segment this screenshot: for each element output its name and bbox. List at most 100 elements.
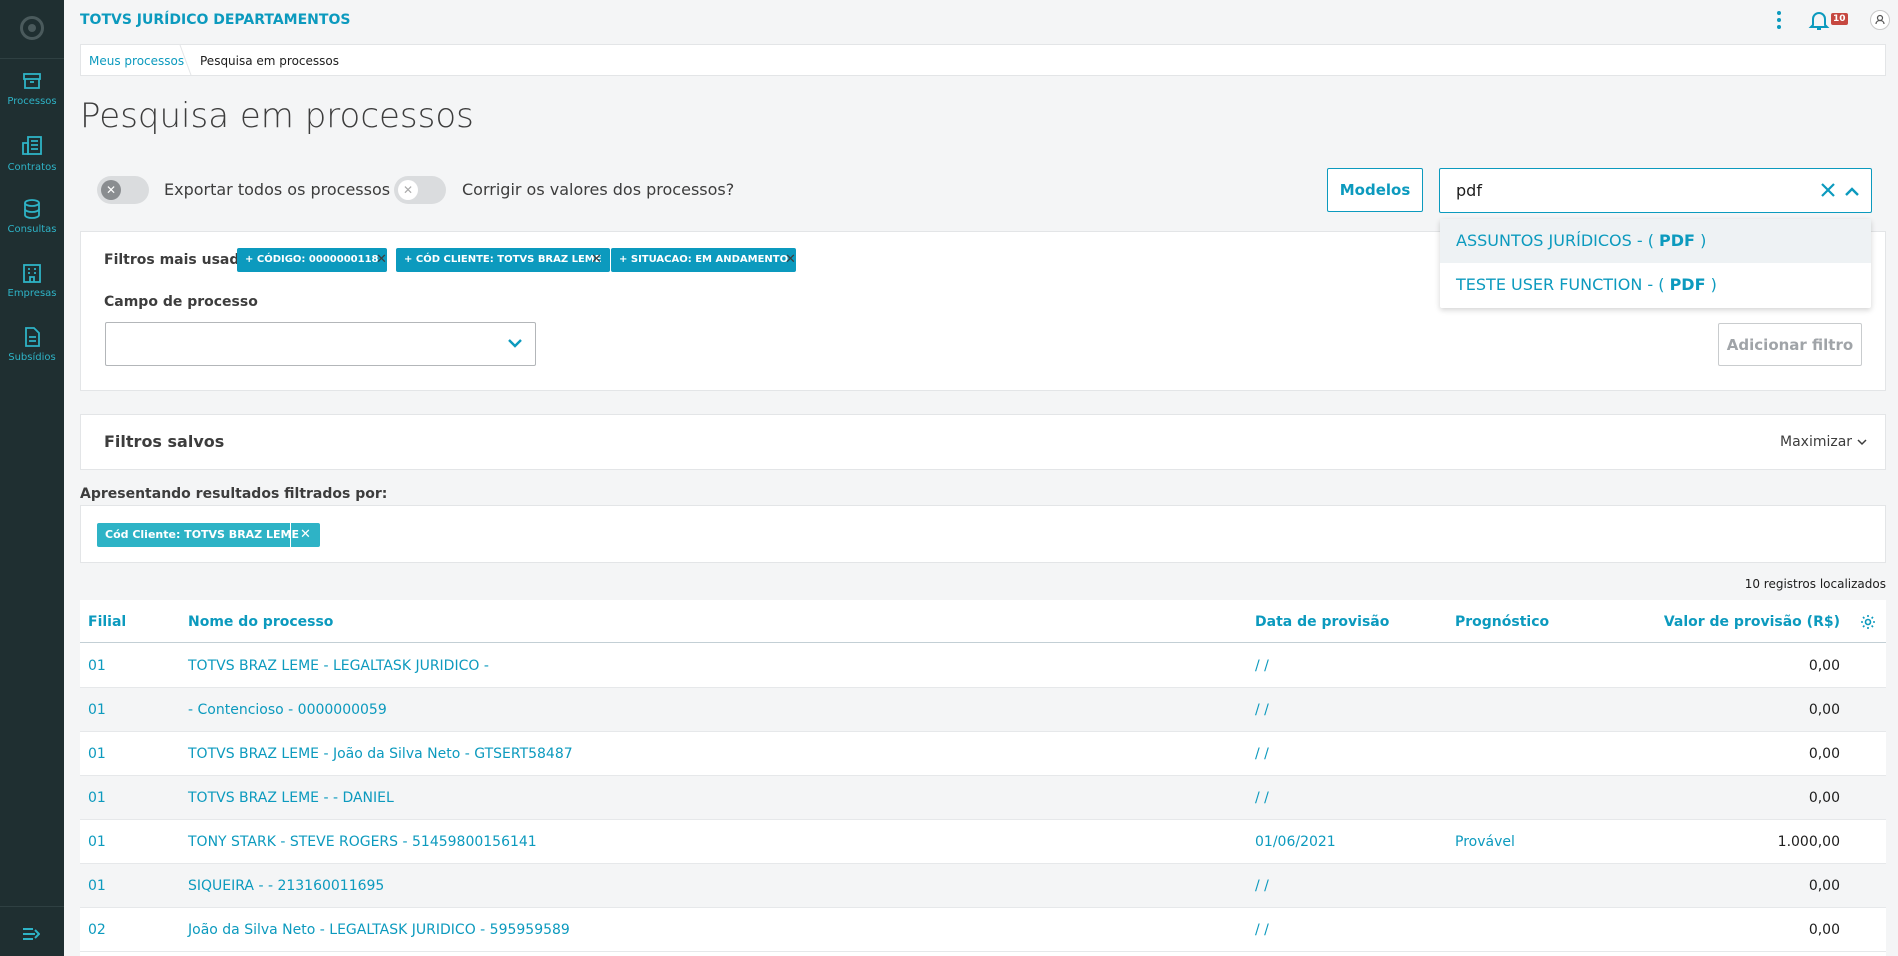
filtered-by-label: Apresentando resultados filtrados por: <box>80 486 388 502</box>
header: TOTVS JURÍDICO DEPARTAMENTOS 10 <box>64 0 1898 41</box>
cell-nome[interactable]: - Contencioso - 0000000059 <box>188 702 387 718</box>
cell-valor: 1.000,00 <box>1777 834 1840 850</box>
option-match: PDF <box>1669 275 1706 294</box>
cell-valor: 0,00 <box>1808 922 1840 938</box>
cell-filial: 02 <box>88 922 106 938</box>
sidebar-item-consultas[interactable]: Consultas <box>0 198 64 256</box>
dropdown-option[interactable]: TESTE USER FUNCTION - ( PDF ) <box>1440 263 1871 307</box>
correct-values-switch[interactable]: ✕ <box>394 176 446 204</box>
cell-valor: 0,00 <box>1808 658 1840 674</box>
cell-data: / / <box>1255 658 1269 674</box>
cell-nome[interactable]: TOTVS BRAZ LEME - João da Silva Neto - G… <box>188 746 573 762</box>
filter-chip-cod-cliente[interactable]: + CÓD CLIENTE: TOTVS BRAZ LEME <box>396 248 610 272</box>
table-row[interactable]: 01 TONY STARK - STEVE ROGERS - 514598001… <box>80 820 1886 864</box>
table-row[interactable]: 01 TOTVS BRAZ LEME - - DANIEL / / 0,00 <box>80 776 1886 820</box>
cell-data: 01/06/2021 <box>1255 834 1336 850</box>
export-all-switch[interactable]: ✕ <box>97 176 149 204</box>
remove-chip-icon[interactable]: ✕ <box>785 252 796 267</box>
bell-icon[interactable] <box>1808 9 1830 35</box>
cell-nome[interactable]: TONY STARK - STEVE ROGERS - 514598001561… <box>188 834 537 850</box>
cell-data: / / <box>1255 790 1269 806</box>
sidebar-divider <box>0 906 64 907</box>
gear-icon[interactable] <box>1860 614 1876 634</box>
table-row[interactable]: 01 TOTVS BRAZ LEME - João da Silva Neto … <box>80 732 1886 776</box>
table-header-divider <box>80 642 1886 643</box>
column-header-prognostico[interactable]: Prognóstico <box>1455 614 1549 630</box>
cell-filial: 01 <box>88 746 106 762</box>
breadcrumb-link-meus-processos[interactable]: Meus processos <box>89 54 184 68</box>
maximize-toggle[interactable]: Maximizar <box>1780 434 1867 450</box>
column-header-valor[interactable]: Valor de provisão (R$) <box>1640 614 1840 630</box>
cell-valor: 0,00 <box>1808 878 1840 894</box>
document-icon <box>25 327 40 347</box>
correct-values-label: Corrigir os valores dos processos? <box>462 180 735 199</box>
cell-nome[interactable]: SIQUEIRA - - 213160011695 <box>188 878 384 894</box>
sidebar-item-label: Contratos <box>7 162 57 173</box>
contract-icon <box>22 136 42 155</box>
column-header-filial[interactable]: Filial <box>88 614 126 630</box>
table-row[interactable]: 02 João da Silva Neto - LEGALTASK JURIDI… <box>80 908 1886 952</box>
sidebar-item-processos[interactable]: Processos <box>0 70 64 128</box>
most-used-filters-label: Filtros mais usados <box>104 252 258 268</box>
archive-box-icon <box>23 73 41 89</box>
app-title: TOTVS JURÍDICO DEPARTAMENTOS <box>80 12 351 28</box>
breadcrumb-current: Pesquisa em processos <box>200 54 340 68</box>
chevron-down-icon <box>1856 439 1867 446</box>
model-search-input[interactable]: pdf <box>1456 181 1482 200</box>
cell-nome[interactable]: João da Silva Neto - LEGALTASK JURIDICO … <box>188 922 570 938</box>
sidebar-item-label: Processos <box>7 96 57 107</box>
cell-filial: 01 <box>88 702 106 718</box>
export-all-label: Exportar todos os processos <box>164 180 391 199</box>
breadcrumb: Meus processos Pesquisa em processos <box>80 44 1886 76</box>
cell-data: / / <box>1255 702 1269 718</box>
campo-processo-label: Campo de processo <box>104 294 258 310</box>
column-header-data[interactable]: Data de provisão <box>1255 614 1389 630</box>
user-avatar-icon[interactable] <box>1870 10 1890 30</box>
cell-filial: 01 <box>88 658 106 674</box>
cell-filial: 01 <box>88 834 106 850</box>
maximize-label: Maximizar <box>1780 434 1853 450</box>
campo-processo-select[interactable] <box>105 322 536 366</box>
dropdown-option[interactable]: ASSUNTOS JURÍDICOS - ( PDF ) <box>1440 219 1871 263</box>
option-match: PDF <box>1659 231 1695 250</box>
notification-badge: 10 <box>1831 13 1848 25</box>
cell-nome[interactable]: TOTVS BRAZ LEME - LEGALTASK JURIDICO - <box>188 658 489 674</box>
add-filter-button[interactable]: Adicionar filtro <box>1718 323 1862 366</box>
filter-chip-codigo[interactable]: + CÓDIGO: 0000000118 <box>237 248 387 272</box>
more-vertical-icon[interactable] <box>1776 10 1782 34</box>
cell-data: / / <box>1255 922 1269 938</box>
chevron-down-icon <box>508 339 522 348</box>
logo-icon <box>20 16 44 40</box>
cell-filial: 01 <box>88 878 106 894</box>
chevron-up-icon[interactable] <box>1844 182 1860 201</box>
applied-filter-label: Cód Cliente: TOTVS BRAZ LEME <box>105 528 299 541</box>
applied-filters-panel <box>80 505 1886 563</box>
sidebar: Processos Contratos Consultas Empresas S… <box>0 0 64 956</box>
filter-chip-situacao[interactable]: + SITUACAO: EM ANDAMENTO <box>611 248 797 272</box>
applied-filter-tag: Cód Cliente: TOTVS BRAZ LEME ✕ <box>97 523 320 547</box>
table-row[interactable]: 01 - Contencioso - 0000000059 / / 0,00 <box>80 688 1886 732</box>
cell-nome[interactable]: TOTVS BRAZ LEME - - DANIEL <box>188 790 394 806</box>
table-row[interactable]: 01 TOTVS BRAZ LEME - LEGALTASK JURIDICO … <box>80 644 1886 688</box>
table-row[interactable]: 01 SIQUEIRA - - 213160011695 / / 0,00 <box>80 864 1886 908</box>
cell-data: / / <box>1255 878 1269 894</box>
saved-filters-panel <box>80 414 1886 470</box>
sidebar-item-subsidios[interactable]: Subsídios <box>0 326 64 384</box>
close-icon: ✕ <box>398 180 418 200</box>
cell-valor: 0,00 <box>1808 702 1840 718</box>
results-table: Filial Nome do processo Data de provisão… <box>80 600 1886 956</box>
sidebar-item-label: Subsídios <box>8 352 56 363</box>
clear-icon[interactable] <box>1820 179 1836 203</box>
remove-chip-icon[interactable]: ✕ <box>376 252 387 267</box>
model-search-combo[interactable]: pdf <box>1439 168 1872 213</box>
modelos-button[interactable]: Modelos <box>1327 168 1423 212</box>
sidebar-item-label: Empresas <box>7 288 57 299</box>
saved-filters-title: Filtros salvos <box>104 432 225 451</box>
model-search-dropdown: ASSUNTOS JURÍDICOS - ( PDF ) TESTE USER … <box>1440 219 1871 308</box>
sidebar-item-empresas[interactable]: Empresas <box>0 262 64 320</box>
sidebar-item-contratos[interactable]: Contratos <box>0 134 64 192</box>
collapse-menu-icon[interactable] <box>22 926 41 945</box>
remove-chip-icon[interactable]: ✕ <box>591 252 602 267</box>
column-header-nome[interactable]: Nome do processo <box>188 614 333 630</box>
remove-filter-icon[interactable]: ✕ <box>290 523 320 547</box>
